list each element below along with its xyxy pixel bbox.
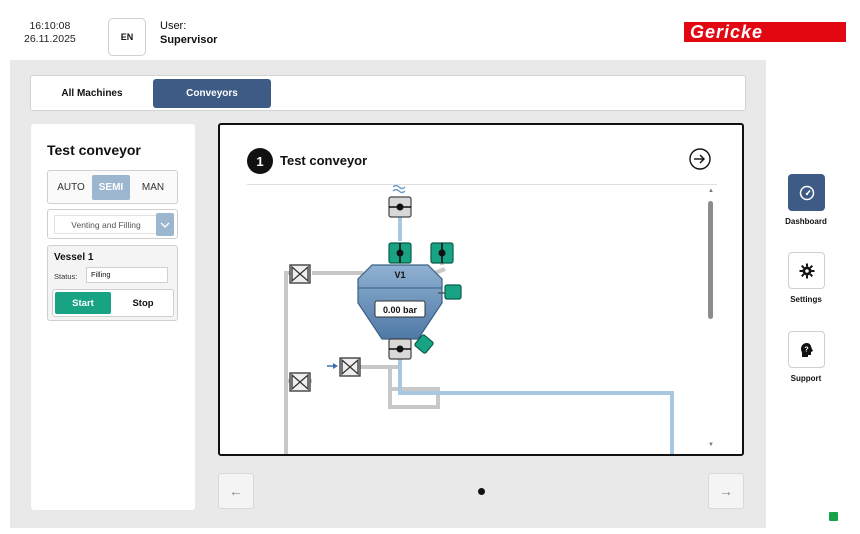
machine-tabs: All Machines Conveyors <box>30 75 746 111</box>
sequence-dropdown[interactable]: Venting and Filling <box>47 209 178 239</box>
gear-icon <box>799 263 814 278</box>
next-page-button[interactable]: → <box>708 473 744 509</box>
pressure-value: 0.00 bar <box>383 305 418 315</box>
conveyor-diagram: V1 0.00 bar <box>284 184 674 454</box>
scrollbar-thumb[interactable] <box>708 201 713 319</box>
app-header: 16:10:08 26.11.2025 EN User: Supervisor … <box>10 8 846 60</box>
user-info: User: Supervisor <box>160 19 217 47</box>
user-role: Supervisor <box>160 34 218 46</box>
right-rail <box>766 60 846 528</box>
mode-semi-button[interactable]: SEMI <box>92 175 130 200</box>
settings-button[interactable] <box>788 252 825 289</box>
conveyor-number-badge: 1 <box>247 148 273 174</box>
card-divider <box>247 184 717 185</box>
gauge-icon <box>799 185 814 200</box>
support-label: Support <box>790 374 822 383</box>
vent-valve-icon[interactable] <box>430 242 454 264</box>
vessel-card: Vessel 1 Status: Filling Start Stop <box>47 245 178 321</box>
gas-valve-bottom-icon[interactable] <box>289 372 311 392</box>
clock: 16:10:08 26.11.2025 <box>24 20 76 46</box>
tab-all-machines[interactable]: All Machines <box>33 79 151 108</box>
dashboard-label: Dashboard <box>785 217 827 226</box>
filter-symbol <box>392 184 406 194</box>
flow-arrow-icon <box>327 363 338 369</box>
main-area: All Machines Conveyors Test conveyor AUT… <box>10 60 766 528</box>
mode-selector: AUTO SEMI MAN <box>47 170 178 204</box>
gas-valve-mid-icon[interactable] <box>339 357 361 377</box>
status-label: Status: <box>54 272 78 281</box>
user-label: User: <box>160 20 187 32</box>
stop-button[interactable]: Stop <box>115 292 171 314</box>
clock-time: 16:10:08 <box>29 20 71 32</box>
card-title: Test conveyor <box>280 153 368 168</box>
vessel-title: Vessel 1 <box>54 252 94 263</box>
support-button[interactable]: ? <box>788 331 825 368</box>
support-head-icon: ? <box>800 342 813 357</box>
conveyor-card: V1 0.00 bar 1 Test conveyor ▲ ▼ <box>218 123 744 456</box>
previous-page-button[interactable]: ← <box>218 473 254 509</box>
bottom-valve-icon[interactable] <box>388 338 412 360</box>
sequence-value: Venting and Filling <box>54 215 158 234</box>
status-indicator-icon <box>829 512 838 521</box>
clock-date: 26.11.2025 <box>24 33 76 45</box>
vessel-actions: Start Stop <box>52 289 174 317</box>
inlet-valve-icon[interactable] <box>388 242 412 264</box>
dashboard-button[interactable] <box>788 174 825 211</box>
tab-conveyors[interactable]: Conveyors <box>153 79 271 108</box>
chevron-down-icon[interactable] <box>156 213 174 236</box>
mode-man-button[interactable]: MAN <box>134 175 172 200</box>
language-button[interactable]: EN <box>108 18 146 56</box>
page-indicator-dot[interactable] <box>478 488 485 495</box>
vessel-label: V1 <box>394 270 405 280</box>
blue-pipes <box>398 197 674 454</box>
settings-label: Settings <box>790 295 822 304</box>
brand-logo: Gericke <box>684 22 846 42</box>
open-detail-icon[interactable] <box>688 147 712 171</box>
status-value: Filling <box>86 267 168 283</box>
scroll-down-icon[interactable]: ▼ <box>708 442 714 448</box>
panel-title: Test conveyor <box>47 142 141 158</box>
top-valve-icon[interactable] <box>388 196 412 218</box>
gas-valve-top-icon[interactable] <box>289 264 311 284</box>
conveyor-control-panel: Test conveyor AUTO SEMI MAN Venting and … <box>31 124 195 510</box>
mode-auto-button[interactable]: AUTO <box>52 175 90 200</box>
scroll-up-icon[interactable]: ▲ <box>708 188 714 194</box>
svg-text:?: ? <box>804 346 808 353</box>
start-button[interactable]: Start <box>55 292 111 314</box>
